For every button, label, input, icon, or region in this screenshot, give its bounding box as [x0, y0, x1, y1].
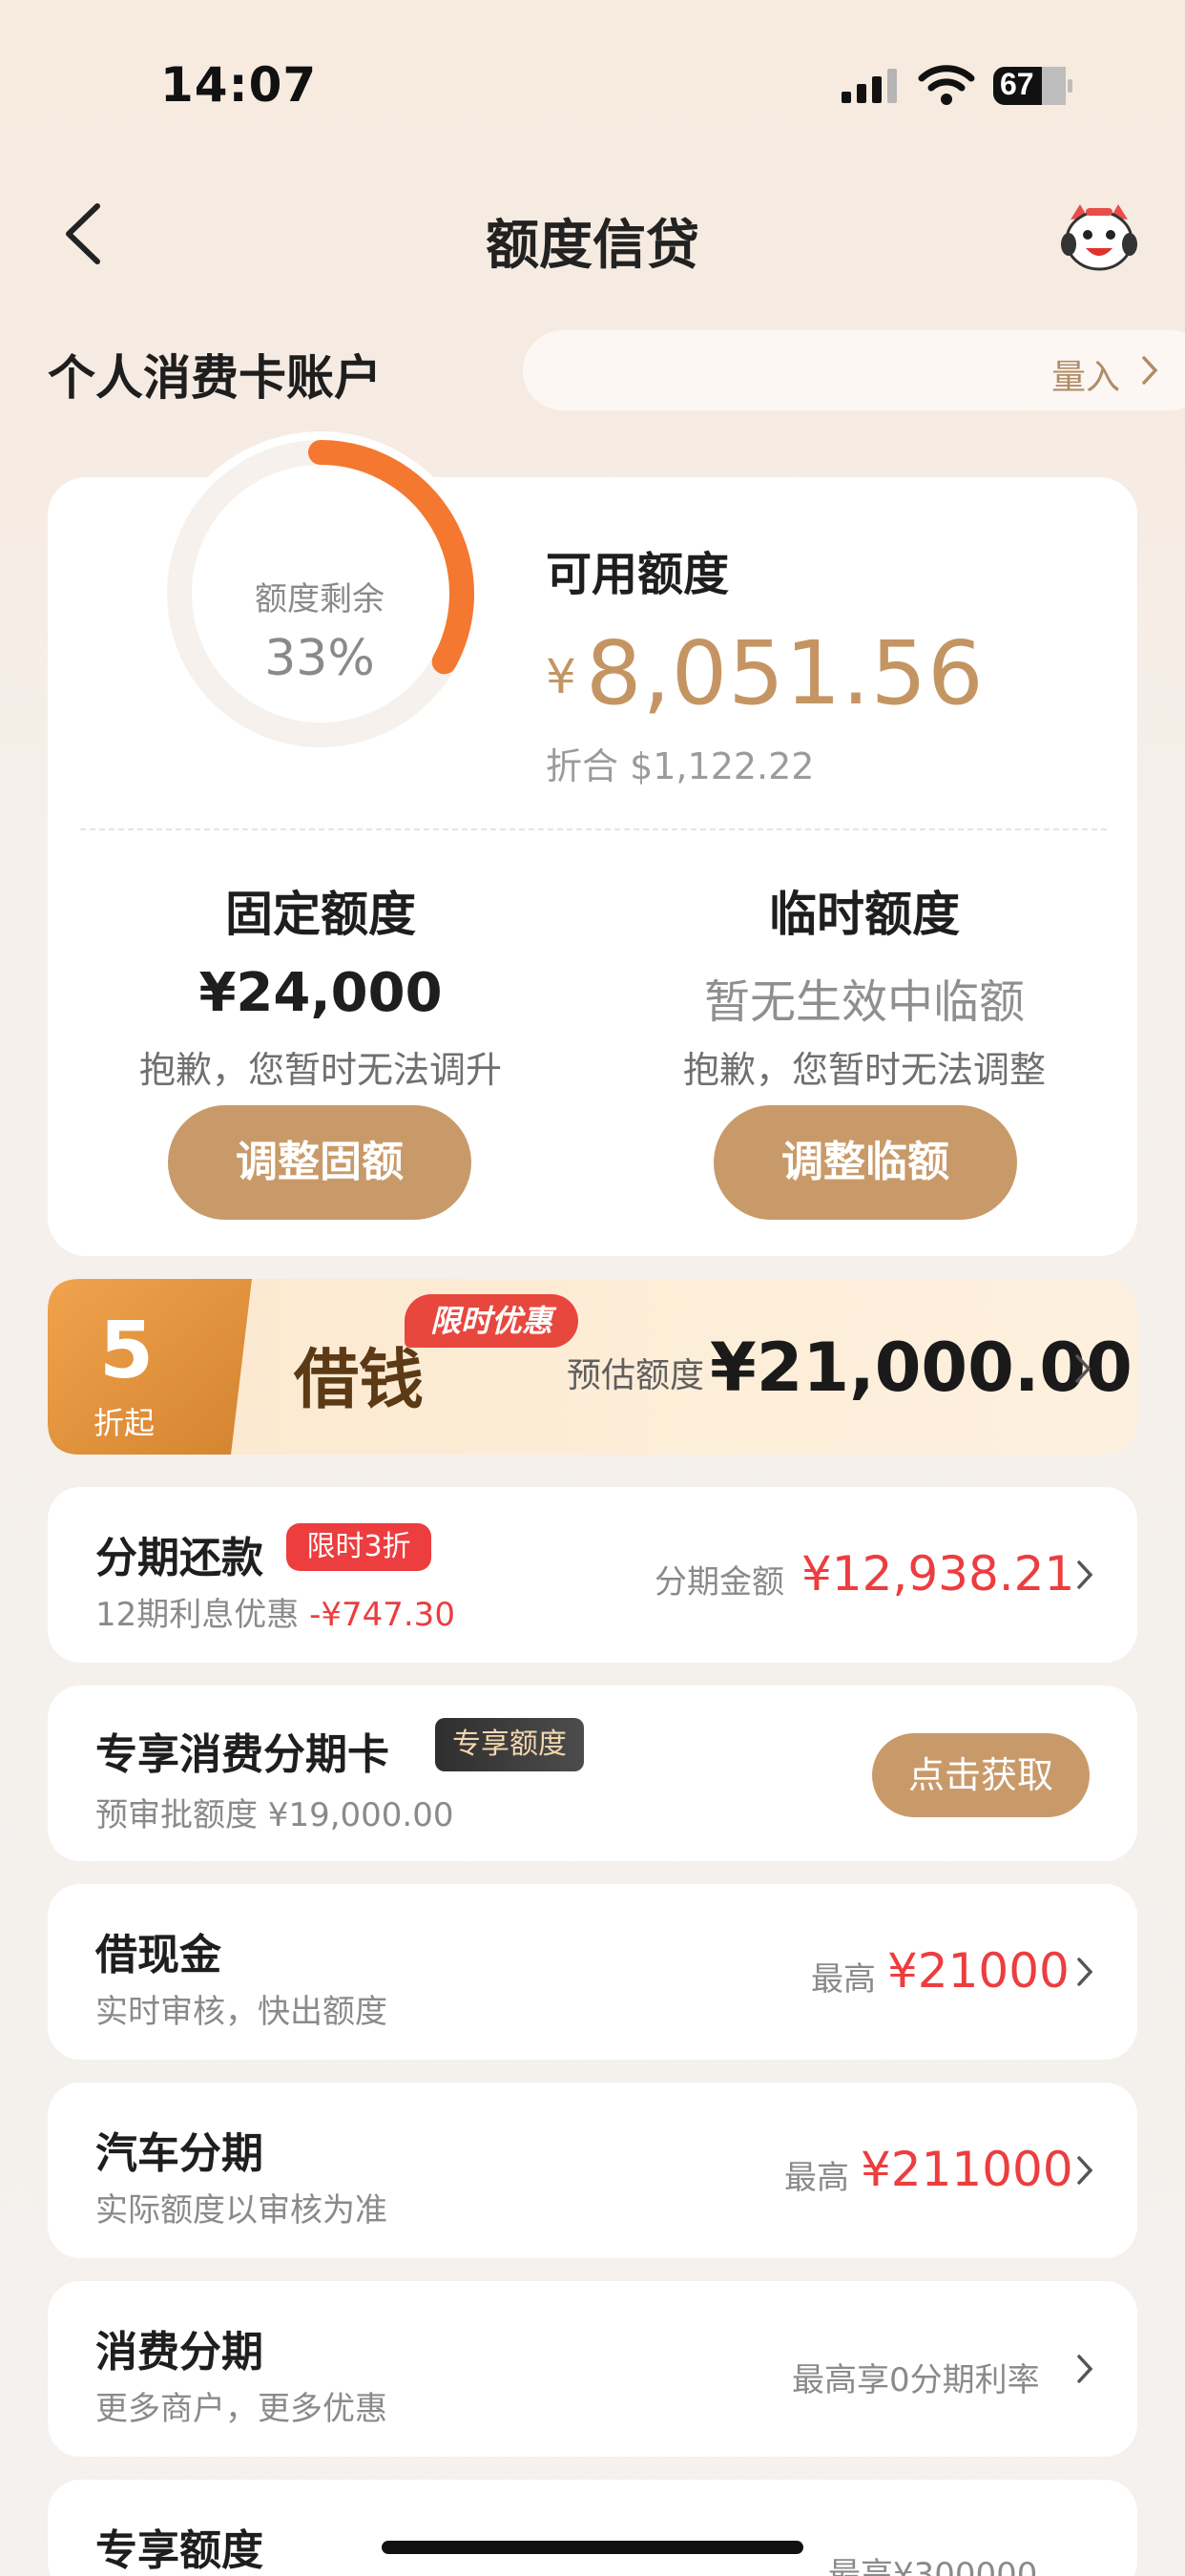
discount-tag: 限时3折	[286, 1523, 431, 1571]
chevron-right-icon	[1077, 1958, 1093, 1986]
chevron-right-icon	[1142, 356, 1158, 385]
chevron-right-icon	[1075, 1354, 1091, 1383]
wifi-icon	[918, 65, 975, 105]
ring-percent: 33%	[264, 630, 375, 687]
battery-level: 67	[1000, 67, 1034, 101]
temp-credit-title: 临时额度	[769, 887, 960, 942]
item-subtitle: 预审批额度 ¥19,000.00	[95, 1796, 454, 1834]
item-subtitle: 更多商户，更多优惠	[95, 2390, 387, 2428]
estimated-credit-label: 预估额度	[567, 1356, 705, 1395]
item-title: 汽车分期	[95, 2129, 263, 2178]
available-credit-label: 可用额度	[546, 548, 730, 601]
chevron-right-icon	[1077, 2355, 1093, 2383]
item-right-label: 最高享0分期利率	[792, 2361, 1040, 2399]
temp-credit-status: 暂无生效中临额	[703, 975, 1025, 1029]
item-title: 分期还款	[95, 1534, 263, 1582]
item-right-label: 最高¥300000	[828, 2556, 1038, 2576]
available-credit-equivalent: 折合 $1,122.22	[546, 745, 815, 787]
get-card-button[interactable]: 点击获取	[872, 1733, 1090, 1817]
currency-symbol: ¥	[546, 649, 576, 704]
item-right-label: 最高	[811, 1960, 876, 1999]
item-subtitle: 12期利息优惠 -¥747.30	[95, 1596, 455, 1634]
home-indicator[interactable]	[382, 2541, 803, 2554]
page-title: 额度信贷	[486, 215, 699, 277]
interest-saving: -¥747.30	[309, 1596, 455, 1634]
divider	[80, 828, 1107, 830]
adjust-fixed-button[interactable]: 调整固额	[168, 1105, 471, 1220]
temp-credit-note: 抱歉，您暂时无法调整	[682, 1049, 1046, 1091]
estimated-credit-amount: ¥21,000.00	[710, 1329, 1133, 1407]
limited-offer-tag: 限时优惠	[405, 1294, 578, 1348]
max-amount: ¥211000	[861, 2142, 1073, 2197]
available-credit-amount: 8,051.56	[586, 622, 985, 724]
discount-unit: 折起	[94, 1405, 156, 1441]
item-title: 借现金	[95, 1931, 221, 1979]
fixed-credit-title: 固定额度	[225, 887, 416, 942]
max-amount: ¥21000	[887, 1943, 1070, 1999]
cellular-signal-icon	[842, 69, 897, 103]
status-time: 14:07	[160, 57, 318, 113]
item-right-label: 最高	[784, 2159, 849, 2197]
battery-icon: 67	[992, 65, 1074, 107]
mascot-assistant-icon[interactable]	[1057, 200, 1141, 273]
exclusive-credit-tag: 专享额度	[435, 1718, 584, 1771]
item-subtitle: 实时审核，快出额度	[95, 1993, 387, 2031]
installment-amount: ¥12,938.21	[801, 1546, 1075, 1602]
item-subtitle: 实际额度以审核为准	[95, 2191, 387, 2230]
chevron-right-icon	[1077, 1560, 1093, 1589]
item-title: 专享消费分期卡	[95, 1730, 389, 1779]
discount-number: 5	[99, 1306, 155, 1396]
chevron-right-icon	[1077, 2156, 1093, 2185]
account-title: 个人消费卡账户	[48, 350, 382, 406]
fixed-credit-note: 抱歉，您暂时无法调升	[138, 1049, 502, 1091]
item-right-label: 分期金额	[655, 1563, 784, 1602]
item-title: 消费分期	[95, 2328, 263, 2377]
item-title: 专享额度	[95, 2526, 263, 2575]
fixed-credit-amount: ¥24,000	[198, 962, 443, 1024]
pill-label[interactable]: 量入	[1051, 349, 1120, 399]
ring-label: 额度剩余	[255, 580, 385, 618]
adjust-temp-button[interactable]: 调整临额	[714, 1105, 1017, 1220]
